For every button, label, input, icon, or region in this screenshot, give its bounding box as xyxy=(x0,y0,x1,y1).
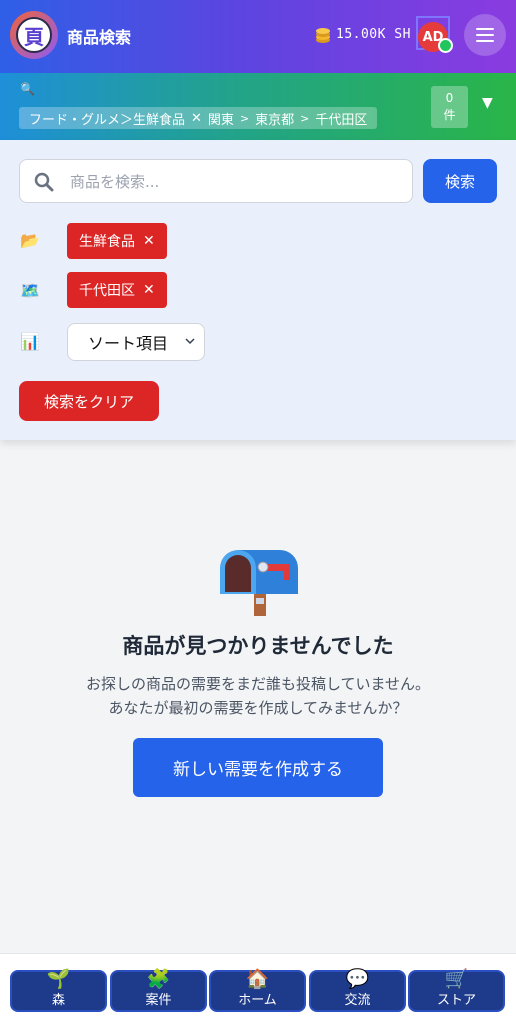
expand-toggle-icon[interactable]: ▼ xyxy=(482,95,493,111)
clear-search-button[interactable]: 検索をクリア xyxy=(19,381,159,421)
breadcrumb-category[interactable]: フード・グルメ＞生鮮食品 xyxy=(29,109,185,128)
search-input[interactable] xyxy=(68,160,402,204)
search-button[interactable]: 検索 xyxy=(423,159,497,203)
magnifier-icon xyxy=(34,172,54,192)
folder-icon: 📂 xyxy=(20,231,40,250)
app-header: 頁 商品検索 15.00K SH AD xyxy=(0,0,516,73)
breadcrumb: フード・グルメ＞生鮮食品 ✕ 関東 > 東京都 > 千代田区 xyxy=(19,107,378,129)
house-icon: 🏠 xyxy=(245,968,270,990)
chip-remove-icon[interactable]: ✕ xyxy=(143,282,155,298)
sort-select[interactable]: ソート項目 xyxy=(67,323,205,361)
category-filter-chip[interactable]: 生鮮食品 ✕ xyxy=(67,223,167,259)
breadcrumb-city[interactable]: 千代田区 xyxy=(315,109,367,128)
hamburger-icon xyxy=(476,28,494,30)
region-chip-label: 千代田区 xyxy=(79,283,135,299)
nav-label: ホーム xyxy=(238,993,277,1008)
nav-item-community[interactable]: 💬 交流 xyxy=(309,968,406,1012)
chip-remove-icon[interactable]: ✕ xyxy=(143,233,155,249)
nav-label: 森 xyxy=(51,993,65,1008)
search-icon: 🔍 xyxy=(20,82,35,96)
balance-display: 15.00K SH xyxy=(336,27,411,42)
result-count-value: 0 xyxy=(445,91,454,105)
empty-state-line-2: あなたが最初の需要を作成してみませんか？ xyxy=(108,699,408,717)
breadcrumb-region[interactable]: 関東 xyxy=(208,109,234,128)
menu-button[interactable] xyxy=(464,14,506,56)
logo-mark: 頁 xyxy=(16,17,52,53)
app-logo[interactable]: 頁 xyxy=(10,11,58,59)
nav-label: 交流 xyxy=(344,993,371,1008)
page-title: 商品検索 xyxy=(67,28,132,47)
breadcrumb-separator: > xyxy=(300,111,310,125)
puzzle-icon: 🧩 xyxy=(146,968,171,990)
map-icon: 🗺️ xyxy=(20,281,40,300)
search-field[interactable] xyxy=(19,159,413,204)
breadcrumb-separator: > xyxy=(239,111,250,125)
nav-item-projects[interactable]: 🧩 案件 xyxy=(110,968,207,1012)
category-chip-label: 生鮮食品 xyxy=(79,234,135,250)
create-demand-button[interactable]: 新しい需要を作成する xyxy=(133,738,383,797)
result-count-badge: 0 件 xyxy=(431,86,468,128)
seedling-icon: 🌱 xyxy=(46,968,71,990)
sort-select-label: ソート項目 xyxy=(88,334,169,353)
empty-state-line-1: お探しの商品の需要をまだ誰も投稿していません。 xyxy=(85,675,431,693)
region-filter-chip[interactable]: 千代田区 ✕ xyxy=(67,272,167,308)
empty-state-title: 商品が見つかりませんでした xyxy=(122,634,394,658)
breadcrumb-remove-icon[interactable]: ✕ xyxy=(191,111,202,126)
bar-chart-icon: 📊 xyxy=(20,332,40,351)
empty-state-description: お探しの商品の需要をまだ誰も投稿していません。 あなたが最初の需要を作成してみま… xyxy=(0,672,516,720)
mailbox-icon xyxy=(220,550,298,616)
cart-icon: 🛒 xyxy=(444,968,469,990)
coin-stack-icon xyxy=(316,28,330,43)
nav-label: 案件 xyxy=(145,993,172,1008)
bottom-navigation: 🌱 森 🧩 案件 🏠 ホーム 💬 交流 🛒 ストア xyxy=(0,953,516,1025)
speech-bubble-icon: 💬 xyxy=(345,968,370,990)
chevron-down-icon xyxy=(185,338,195,345)
search-panel: 検索 📂 生鮮食品 ✕ 🗺️ 千代田区 ✕ 📊 ソート項目 検索をクリア xyxy=(0,140,516,440)
nav-label: ストア xyxy=(436,993,476,1008)
nav-item-forest[interactable]: 🌱 森 xyxy=(10,968,107,1012)
nav-item-store[interactable]: 🛒 ストア xyxy=(408,968,505,1012)
result-count-unit: 件 xyxy=(443,108,456,122)
breadcrumb-prefecture[interactable]: 東京都 xyxy=(255,109,294,128)
online-status-indicator xyxy=(438,38,453,53)
nav-item-home[interactable]: 🏠 ホーム xyxy=(209,968,306,1012)
